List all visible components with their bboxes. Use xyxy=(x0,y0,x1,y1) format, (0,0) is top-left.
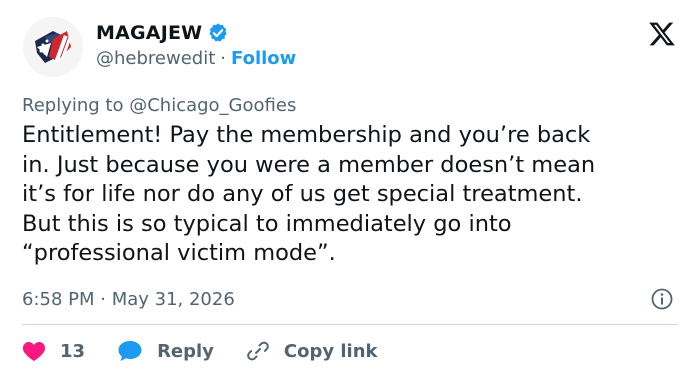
replying-prefix: Replying to xyxy=(22,95,124,116)
follow-button[interactable]: Follow xyxy=(231,48,296,69)
heart-icon xyxy=(22,342,46,361)
tweet-timestamp[interactable]: 6:58 PM · May 31, 2026 xyxy=(22,289,235,310)
link-icon xyxy=(247,341,269,361)
reply-label: Reply xyxy=(157,340,214,362)
verified-badge-icon xyxy=(207,22,229,44)
divider xyxy=(22,324,678,325)
action-bar: 13 Reply Copy link xyxy=(22,339,410,363)
replying-to: Replying to @Chicago_Goofies xyxy=(22,95,296,116)
separator-dot: · xyxy=(220,48,227,69)
avatar-image xyxy=(23,17,83,77)
copy-link-label: Copy link xyxy=(283,340,378,362)
like-button[interactable]: 13 xyxy=(22,340,85,362)
reply-bubble-icon xyxy=(118,341,142,361)
copy-link-button[interactable]: Copy link xyxy=(246,339,378,363)
handle-row: @hebrewedit · Follow xyxy=(96,48,296,69)
author-handle[interactable]: @hebrewedit xyxy=(96,48,215,69)
avatar[interactable] xyxy=(23,17,83,77)
x-logo-icon[interactable] xyxy=(648,20,676,48)
info-icon[interactable] xyxy=(650,287,674,311)
like-count: 13 xyxy=(60,340,86,362)
tweet-text: Entitlement! Pay the membership and you’… xyxy=(22,122,596,266)
reply-target-link[interactable]: @Chicago_Goofies xyxy=(129,95,296,116)
display-name[interactable]: MAGAJEW xyxy=(96,22,202,44)
reply-button[interactable]: Reply xyxy=(117,339,214,363)
author-name-row: MAGAJEW xyxy=(96,22,229,44)
